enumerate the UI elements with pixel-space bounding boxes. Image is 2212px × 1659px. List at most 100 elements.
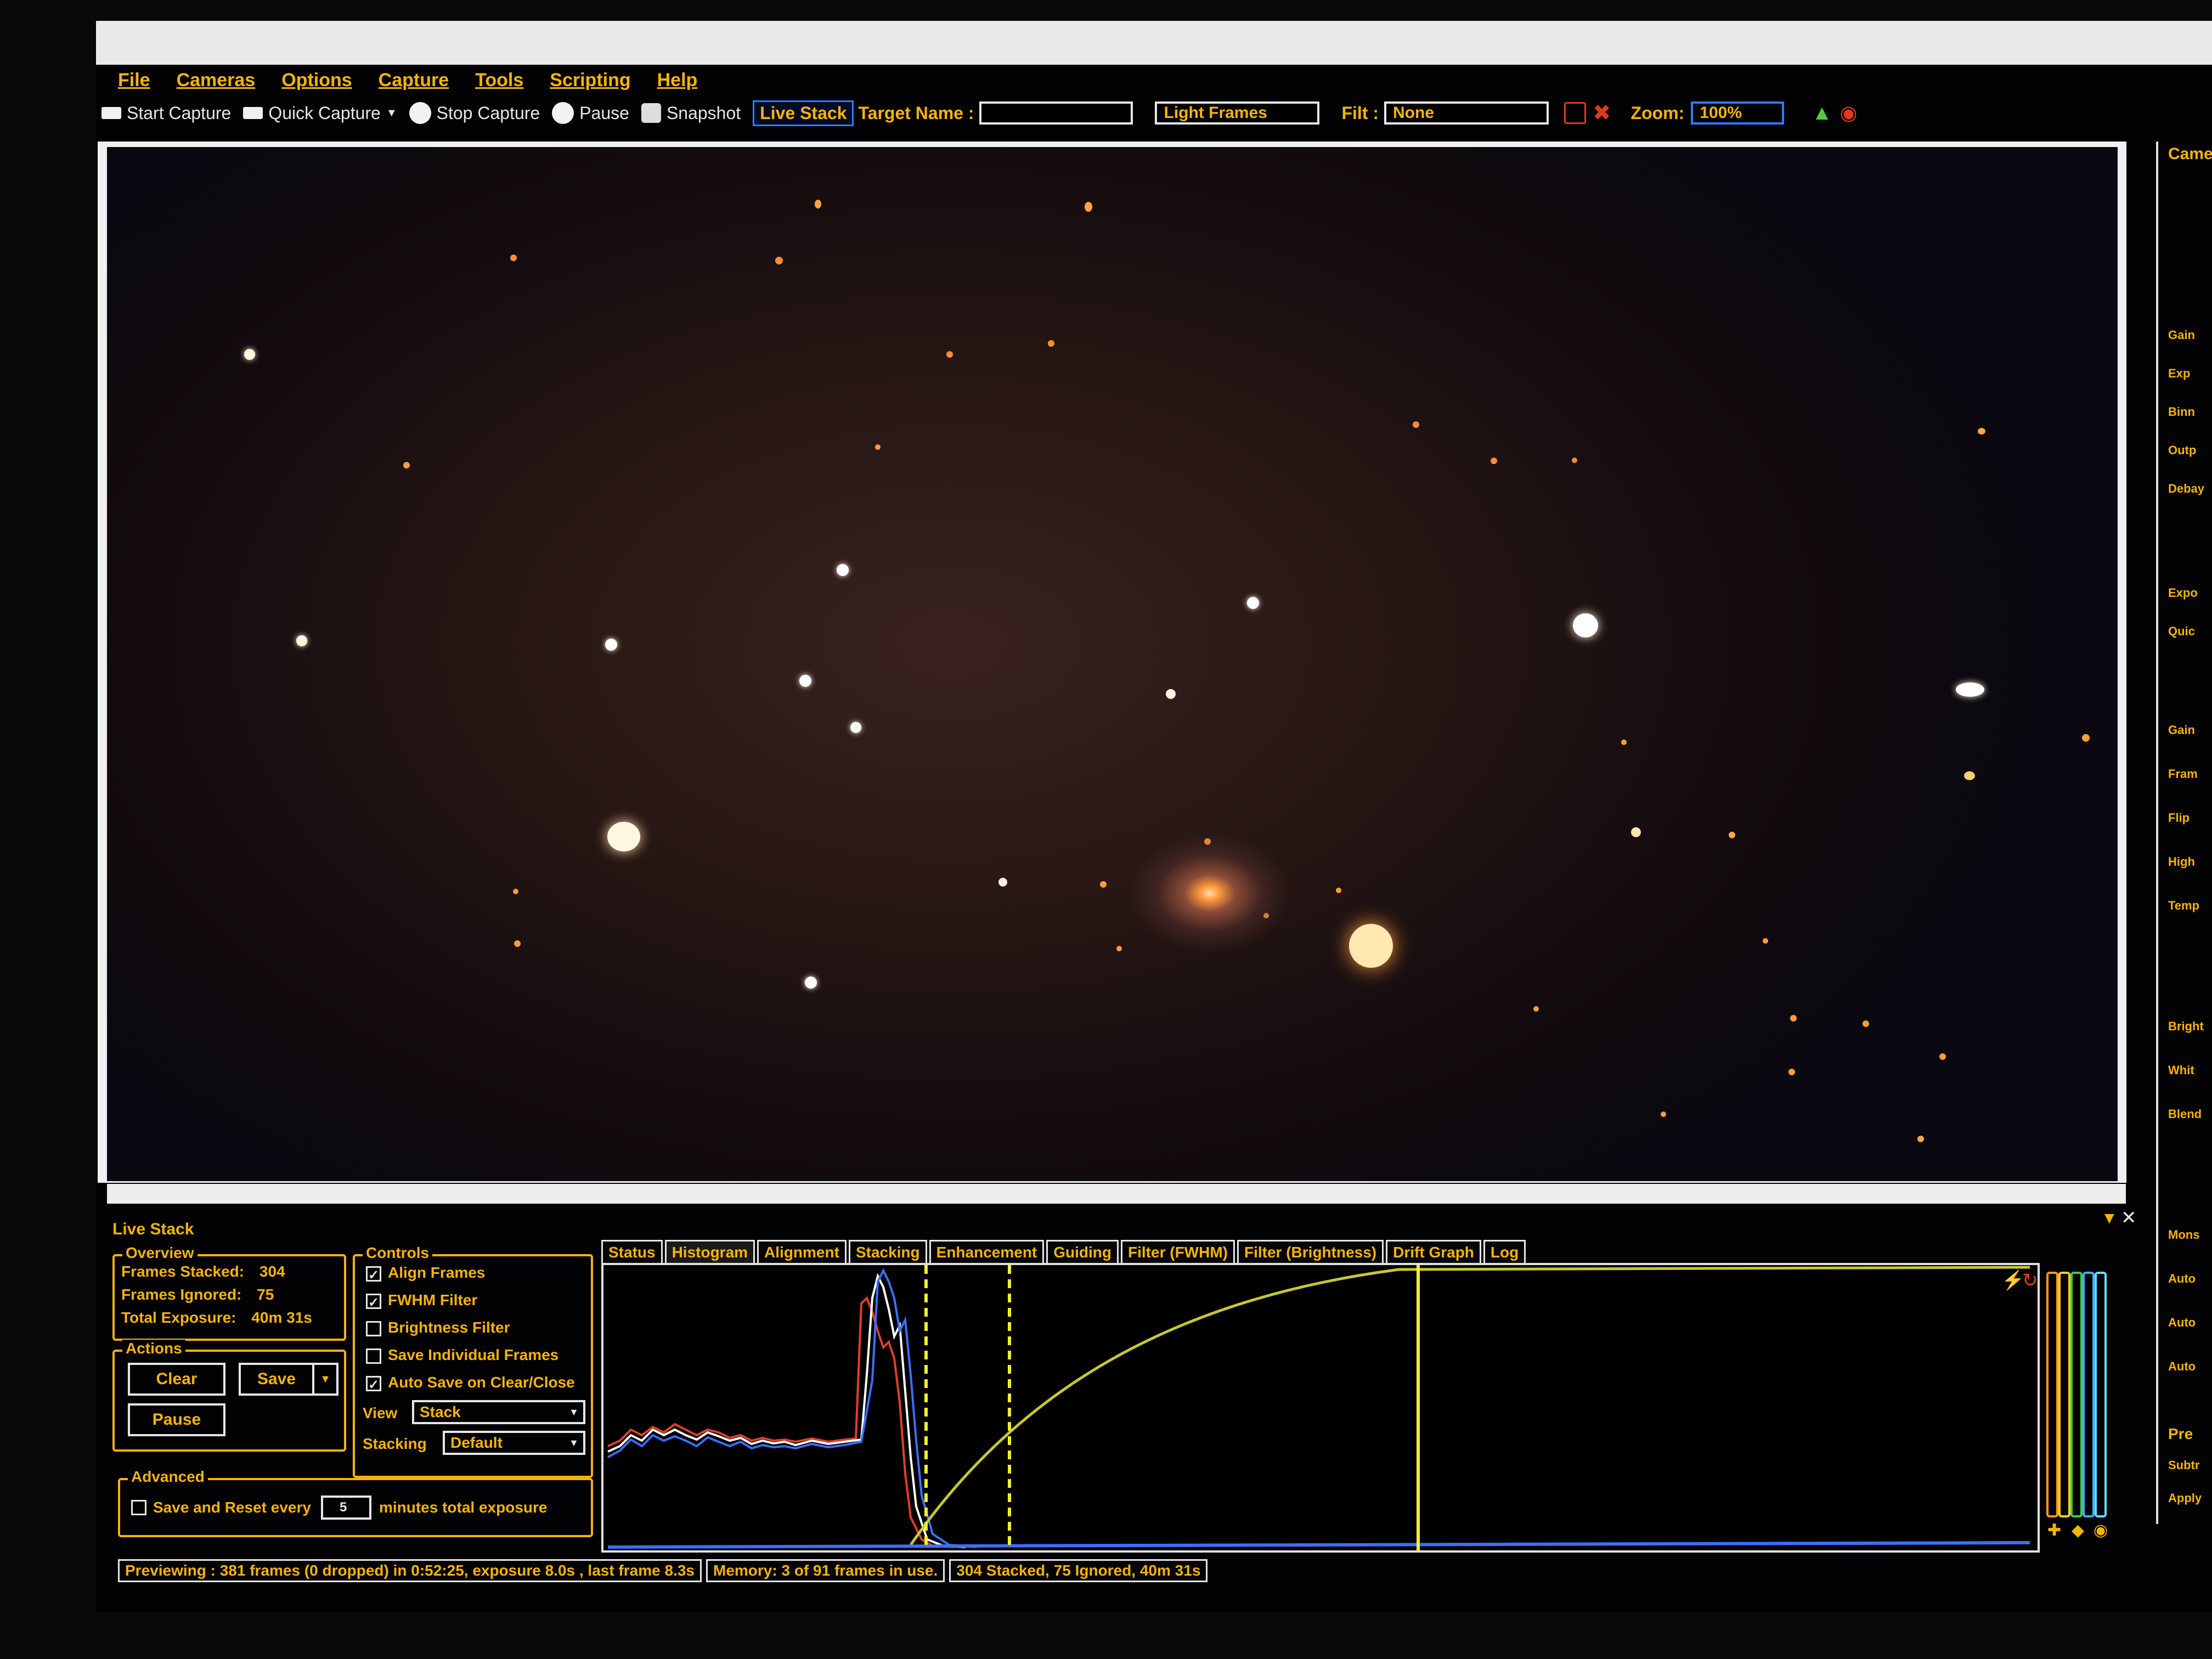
view-label: View xyxy=(363,1404,398,1421)
target-name-label: Target Name : xyxy=(858,103,974,123)
tab-log[interactable]: Log xyxy=(1483,1240,1526,1263)
stop-capture-button[interactable]: Stop Capture xyxy=(409,102,540,124)
binning-control[interactable]: Binn xyxy=(2168,405,2195,419)
star xyxy=(1631,827,1641,837)
tab-enhancement[interactable]: Enhancement xyxy=(929,1240,1045,1263)
save-reset-checkbox[interactable] xyxy=(131,1500,146,1515)
clear-button[interactable]: Clear xyxy=(128,1363,225,1396)
brightness-filter-checkbox[interactable]: Brightness Filter xyxy=(366,1319,510,1336)
target-icon[interactable]: ◉ xyxy=(2094,1521,2108,1540)
stacking-select[interactable]: Default ▼ xyxy=(443,1431,585,1455)
output-format-control[interactable]: Outp xyxy=(2168,443,2196,458)
auto-setting-1[interactable]: Auto xyxy=(2168,1272,2196,1286)
snapshot-button[interactable]: Snapshot xyxy=(641,103,741,123)
level-slider-green[interactable] xyxy=(2070,1272,2083,1517)
level-slider-yellow[interactable] xyxy=(2058,1272,2070,1517)
live-stack-splitter[interactable] xyxy=(107,1184,2126,1204)
pause-label: Pause xyxy=(579,103,629,123)
frames-ignored-row: Frames Ignored: 75 xyxy=(121,1286,274,1304)
crosshair-icon[interactable]: ✖ xyxy=(1593,100,1611,126)
live-stack-button[interactable]: Live Stack xyxy=(753,100,854,126)
menu-cameras[interactable]: Cameras xyxy=(177,70,256,91)
white-balance-setting[interactable]: Whit xyxy=(2168,1063,2194,1077)
live-image-view[interactable] xyxy=(107,147,2118,1181)
refresh-icon[interactable]: ↻ xyxy=(2022,1269,2038,1291)
frame-type-select[interactable]: Light Frames xyxy=(1155,101,1320,125)
exposure-control[interactable]: Exp xyxy=(2168,366,2190,381)
gain-control[interactable]: Gain xyxy=(2168,328,2195,342)
pause-button[interactable]: Pause xyxy=(552,102,629,124)
filter-label: Filt : xyxy=(1341,103,1379,123)
level-slider-blue[interactable] xyxy=(2083,1272,2095,1517)
star xyxy=(1048,340,1054,347)
tab-filter-fwhm[interactable]: Filter (FWHM) xyxy=(1121,1240,1235,1263)
menu-scripting[interactable]: Scripting xyxy=(550,70,630,91)
diamond-icon[interactable]: ◆ xyxy=(2072,1521,2084,1540)
menu-options[interactable]: Options xyxy=(281,70,352,91)
star xyxy=(1349,924,1393,968)
star xyxy=(607,822,640,851)
menu-help[interactable]: Help xyxy=(657,70,698,91)
flip-setting[interactable]: Flip xyxy=(2168,811,2190,825)
histogram-panel[interactable]: ⚡ ↻ ✚ ◆ ◉ xyxy=(601,1263,2108,1553)
star xyxy=(1100,881,1107,888)
temperature-setting[interactable]: Temp xyxy=(2168,899,2199,913)
subtract-setting[interactable]: Subtr xyxy=(2168,1458,2199,1472)
debayer-control[interactable]: Debay xyxy=(2168,482,2204,496)
stop-capture-label: Stop Capture xyxy=(436,103,540,123)
tab-filter-brightness[interactable]: Filter (Brightness) xyxy=(1237,1240,1384,1263)
tab-status[interactable]: Status xyxy=(601,1240,663,1263)
save-reset-stepper[interactable]: 5 xyxy=(320,1496,371,1520)
tab-stacking[interactable]: Stacking xyxy=(848,1240,927,1263)
start-capture-button[interactable]: Start Capture xyxy=(101,103,231,123)
memory-status: Memory: 3 of 91 frames in use. xyxy=(706,1559,945,1582)
menu-tools[interactable]: Tools xyxy=(475,70,523,91)
align-frames-checkbox[interactable]: ✓ Align Frames xyxy=(366,1264,485,1283)
zoom-select[interactable]: 100% xyxy=(1691,101,1785,125)
fwhm-filter-checkbox[interactable]: ✓ FWHM Filter xyxy=(366,1291,477,1310)
save-dropdown-icon[interactable]: ▼ xyxy=(312,1363,338,1396)
close-icon[interactable]: ✕ xyxy=(2121,1207,2137,1229)
dropdown-arrow-icon[interactable]: ▼ xyxy=(386,107,397,120)
auto-setting-3[interactable]: Auto xyxy=(2168,1359,2196,1374)
level-slider-orange[interactable] xyxy=(2046,1272,2058,1517)
quick-capture-button[interactable]: Quick Capture ▼ xyxy=(243,103,397,123)
level-slider-cyan[interactable] xyxy=(2095,1272,2107,1517)
auto-stretch-icon[interactable]: ✚ xyxy=(2047,1521,2061,1540)
warning-icon[interactable]: ▲ xyxy=(1812,101,1832,125)
star xyxy=(1413,421,1419,428)
auto-save-checkbox[interactable]: ✓ Auto Save on Clear/Close xyxy=(366,1374,575,1392)
quick-setting[interactable]: Quic xyxy=(2168,624,2195,639)
tab-histogram[interactable]: Histogram xyxy=(664,1240,755,1263)
save-individual-checkbox[interactable]: Save Individual Frames xyxy=(366,1346,558,1364)
save-button[interactable]: Save xyxy=(239,1363,314,1396)
star xyxy=(1491,458,1497,464)
brightness-setting[interactable]: Bright xyxy=(2168,1019,2204,1034)
gain-setting[interactable]: Gain xyxy=(2168,723,2195,737)
snapshot-label: Snapshot xyxy=(666,103,741,123)
mono-setting[interactable]: Mons xyxy=(2168,1228,2199,1242)
blend-setting[interactable]: Blend xyxy=(2168,1107,2202,1121)
auto-setting-2[interactable]: Auto xyxy=(2168,1316,2196,1330)
menu-file[interactable]: File xyxy=(118,70,150,91)
high-speed-setting[interactable]: High xyxy=(2168,855,2195,869)
pin-icon[interactable]: ▼ xyxy=(2101,1209,2118,1228)
total-exposure-row: Total Exposure: 40m 31s xyxy=(121,1309,312,1327)
pause-stack-button[interactable]: Pause xyxy=(128,1403,225,1436)
tab-guiding[interactable]: Guiding xyxy=(1046,1240,1119,1263)
apply-flat-setting[interactable]: Apply xyxy=(2168,1491,2202,1505)
menu-capture[interactable]: Capture xyxy=(379,70,449,91)
reset-icon[interactable]: ⚡ xyxy=(2001,1269,2024,1291)
target-name-input[interactable] xyxy=(979,101,1133,125)
overview-group: Overview Frames Stacked: 304 Frames Igno… xyxy=(112,1244,346,1341)
tab-alignment[interactable]: Alignment xyxy=(757,1240,847,1263)
frame-rate-setting[interactable]: Fram xyxy=(2168,767,2198,781)
filter-select[interactable]: None xyxy=(1384,101,1549,125)
record-icon[interactable] xyxy=(1564,102,1587,124)
tab-drift-graph[interactable]: Drift Graph xyxy=(1386,1240,1481,1263)
star xyxy=(1572,458,1577,463)
alert-icon[interactable]: ◉ xyxy=(1840,101,1857,125)
view-select[interactable]: Stack ▼ xyxy=(412,1400,585,1424)
preprocessing-section[interactable]: Pre xyxy=(2168,1425,2193,1443)
exposure-setting[interactable]: Expo xyxy=(2168,586,2198,600)
